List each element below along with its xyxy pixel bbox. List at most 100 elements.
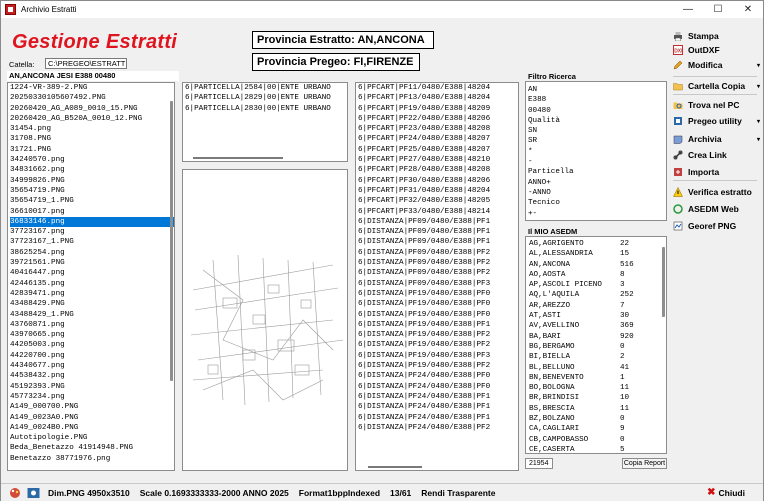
asedm-row[interactable]: CE,CASERTA 5: [526, 445, 666, 453]
catella-path-field[interactable]: C:\PREGEO\ESTRATTI: [45, 58, 127, 69]
file-list-item[interactable]: 40416447.png: [10, 268, 174, 278]
filtro-item[interactable]: SN: [528, 126, 666, 136]
filtro-item[interactable]: ANNO+: [528, 178, 666, 188]
file-list-item[interactable]: 44340677.png: [10, 361, 174, 371]
file-list-item[interactable]: 42839471.png: [10, 289, 174, 299]
file-list-item[interactable]: Benetazzo 38771976.png: [10, 454, 174, 464]
record-item[interactable]: 6|PFCART|PF25/0480/E388|48207: [358, 145, 518, 155]
side-menu-modifica[interactable]: Modifica ▾: [673, 58, 760, 72]
side-menu-cartella-copia[interactable]: Cartella Copia ▾: [673, 79, 760, 93]
filtro-item[interactable]: *: [528, 147, 666, 157]
file-list-item[interactable]: 37723167_1.PNG: [10, 237, 174, 247]
record-item[interactable]: 6|DISTANZA|PF19/0480/E388|PF0: [358, 299, 518, 309]
side-menu-verifica-estratto[interactable]: Verifica estratto: [673, 185, 752, 199]
side-menu-crea-link[interactable]: Crea Link: [673, 148, 727, 162]
filtro-item[interactable]: E388: [528, 95, 666, 105]
record-item[interactable]: 6|DISTANZA|PF24/0480/E388|PF2: [358, 423, 518, 433]
file-list-scrollbar[interactable]: [168, 83, 174, 470]
asedm-row[interactable]: BA,BARI 920: [526, 332, 666, 342]
file-list-item[interactable]: 1224-VR-389-2.PNG: [10, 83, 174, 93]
chiudi-button[interactable]: ✖ Chiudi: [707, 487, 745, 498]
record-item[interactable]: 6|DISTANZA|PF19/0480/E388|PF1: [358, 320, 518, 330]
asedm-row[interactable]: CB,CAMPOBASSO 0: [526, 435, 666, 445]
asedm-row[interactable]: BG,BERGAMO 0: [526, 342, 666, 352]
file-list-item[interactable]: 39721561.PNG: [10, 258, 174, 268]
particella-item[interactable]: 6|PARTICELLA|2829|00|ENTE URBANO: [185, 93, 347, 103]
record-item[interactable]: 6|PFCART|PF27/0480/E388|48210: [358, 155, 518, 165]
filtro-item[interactable]: -: [528, 157, 666, 167]
file-list-item[interactable]: 45192393.PNG: [10, 382, 174, 392]
record-item[interactable]: 6|DISTANZA|PF09/0480/E388|PF3: [358, 279, 518, 289]
file-list-item[interactable]: 44220700.png: [10, 351, 174, 361]
file-list-item[interactable]: 34831662.png: [10, 165, 174, 175]
file-list-item[interactable]: 43488429.PNG: [10, 299, 174, 309]
record-item[interactable]: 6|DISTANZA|PF19/0480/E388|PF2: [358, 361, 518, 371]
asedm-row[interactable]: BL,BELLUNO 41: [526, 363, 666, 373]
record-item[interactable]: 6|DISTANZA|PF19/0480/E388|PF0: [358, 310, 518, 320]
record-item[interactable]: 6|DISTANZA|PF09/0480/E388|PF2: [358, 268, 518, 278]
filtro-item[interactable]: SR: [528, 136, 666, 146]
record-item[interactable]: 6|DISTANZA|PF24/0480/E388|PF1: [358, 392, 518, 402]
filtro-item[interactable]: +-: [528, 209, 666, 219]
file-list-item[interactable]: A149_0024B0.PNG: [10, 423, 174, 433]
asedm-row[interactable]: BR,BRINDISI 10: [526, 393, 666, 403]
asedm-list[interactable]: AG,AGRIGENTO 22 AL,ALESSANDRIA 15 AN,ANCONA 5…: [525, 236, 667, 454]
side-menu-pregeo-utility[interactable]: Pregeo utility ▾: [673, 114, 760, 128]
asedm-scrollbar[interactable]: [660, 237, 666, 453]
filtro-item[interactable]: Particella: [528, 167, 666, 177]
side-menu-outdxf[interactable]: DXF OutDXF: [673, 43, 720, 57]
file-list-item[interactable]: 20260420_AG_B520A_0010_12.PNG: [10, 114, 174, 124]
file-list-item[interactable]: 43970665.png: [10, 330, 174, 340]
side-menu-asedm-web[interactable]: ASEDM Web: [673, 202, 739, 216]
camera-icon[interactable]: [27, 487, 40, 499]
file-list-item[interactable]: 43760871.png: [10, 320, 174, 330]
record-item[interactable]: 6|PFCART|PF13/0480/E388|48204: [358, 93, 518, 103]
side-menu-stampa[interactable]: Stampa: [673, 29, 719, 43]
asedm-row[interactable]: BO,BOLOGNA 11: [526, 383, 666, 393]
file-list-item[interactable]: 44538432.png: [10, 371, 174, 381]
asedm-row[interactable]: BZ,BOLZANO 0: [526, 414, 666, 424]
copia-report-button[interactable]: Copia Report: [622, 458, 667, 469]
file-list-item[interactable]: Beda_Benetazzo 41914948.PNG: [10, 443, 174, 453]
palette-icon[interactable]: [9, 487, 21, 499]
file-list-item[interactable]: 38625254.png: [10, 248, 174, 258]
record-item[interactable]: 6|DISTANZA|PF24/0480/E388|PF1: [358, 402, 518, 412]
file-list-item[interactable]: 37723167.png: [10, 227, 174, 237]
maximize-button[interactable]: ☐: [703, 1, 733, 18]
filtro-item[interactable]: 00480: [528, 106, 666, 116]
record-item[interactable]: 6|DISTANZA|PF09/0480/E388|PF2: [358, 248, 518, 258]
close-window-button[interactable]: ✕: [733, 1, 763, 18]
asedm-row[interactable]: AO,AOSTA 8: [526, 270, 666, 280]
particelle-hscroll[interactable]: [193, 157, 283, 159]
filtro-item[interactable]: -ANNO: [528, 188, 666, 198]
particelle-list[interactable]: 6|PARTICELLA|2584|00|ENTE URBANO 6|PARTIC…: [182, 82, 348, 162]
asedm-row[interactable]: AR,AREZZO 7: [526, 301, 666, 311]
side-menu-importa[interactable]: Importa: [673, 165, 719, 179]
record-item[interactable]: 6|DISTANZA|PF19/0480/E388|PF3: [358, 351, 518, 361]
file-list-item[interactable]: 43488429_1.PNG: [10, 310, 174, 320]
file-list-item[interactable]: 36610017.png: [10, 207, 174, 217]
record-item[interactable]: 6|DISTANZA|PF24/0480/E388|PF0: [358, 382, 518, 392]
file-list-item[interactable]: 36833146.png: [10, 216, 174, 228]
asedm-row[interactable]: BI,BIELLA 2: [526, 352, 666, 362]
record-item[interactable]: 6|DISTANZA|PF09/0480/E388|PF1: [358, 227, 518, 237]
record-item[interactable]: 6|DISTANZA|PF09/0480/E388|PF2: [358, 258, 518, 268]
file-list[interactable]: 1224-VR-389-2.PNG 20250330105607492.PNG 20…: [7, 82, 175, 471]
file-list-item[interactable]: 31708.PNG: [10, 134, 174, 144]
record-item[interactable]: 6|PFCART|PF11/0480/E388|48204: [358, 83, 518, 93]
side-menu-archivia[interactable]: Archivia ▾: [673, 132, 760, 146]
file-list-item[interactable]: 20260420_AG_A089_0010_15.PNG: [10, 104, 174, 114]
file-list-item[interactable]: A149_000700.PNG: [10, 402, 174, 412]
asedm-row[interactable]: AT,ASTI 30: [526, 311, 666, 321]
record-item[interactable]: 6|PFCART|PF31/0480/E388|48204: [358, 186, 518, 196]
particella-item[interactable]: 6|PARTICELLA|2584|00|ENTE URBANO: [185, 83, 347, 93]
particella-item[interactable]: 6|PARTICELLA|2830|00|ENTE URBANO: [185, 104, 347, 114]
record-item[interactable]: 6|DISTANZA|PF24/0480/E388|PF1: [358, 413, 518, 423]
record-item[interactable]: 6|DISTANZA|PF09/0480/E388|PF1: [358, 237, 518, 247]
record-item[interactable]: 6|PFCART|PF28/0480/E388|48208: [358, 165, 518, 175]
rendi-trasparente-button[interactable]: Rendi Trasparente: [421, 488, 495, 498]
record-item[interactable]: 6|PFCART|PF32/0480/E388|48205: [358, 196, 518, 206]
file-list-item[interactable]: 35654719.PNG: [10, 186, 174, 196]
file-list-item[interactable]: 31454.png: [10, 124, 174, 134]
record-item[interactable]: 6|DISTANZA|PF24/0480/E388|PF0: [358, 371, 518, 381]
